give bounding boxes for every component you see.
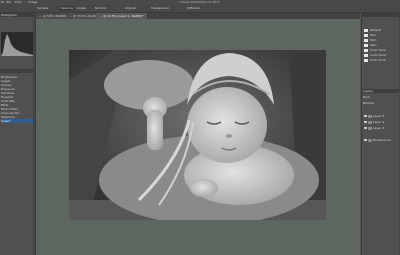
preset-swatch[interactable]	[364, 34, 368, 37]
layer-thumb-icon	[368, 126, 372, 130]
eye-icon[interactable]	[364, 115, 367, 117]
preset-swatch[interactable]	[364, 59, 368, 62]
layer-thumb-icon	[368, 120, 372, 124]
histogram-panel-header: Histogram	[0, 13, 35, 17]
preset-label: Skin	[370, 33, 377, 37]
option-transparent[interactable]: Transparent	[150, 6, 170, 11]
layer-row[interactable]: Background	[364, 138, 399, 143]
preset-label: Color Tone	[370, 53, 386, 57]
preset-label: Default	[370, 28, 381, 32]
layer-row[interactable]: Layer 3	[364, 126, 399, 131]
options-bar: Sample Spacing Angle Normal Aligned Tran…	[0, 5, 400, 13]
layer-thumb-icon	[368, 114, 372, 118]
preset-swatch[interactable]	[364, 49, 368, 52]
layer-row[interactable]: Layer 5	[364, 114, 399, 119]
layer-name: Background	[373, 138, 391, 142]
eye-icon[interactable]	[364, 121, 367, 123]
eye-icon[interactable]	[364, 139, 367, 141]
layers-panel-header: Layers	[362, 89, 400, 93]
layer-thumb-icon	[368, 138, 372, 142]
left-panel: Histogram Brightness Levels Curves Expos…	[0, 13, 36, 255]
adjustment-item-selected[interactable]: Invert	[1, 119, 33, 123]
layer-name: Layer 4	[373, 120, 385, 124]
preset-swatch[interactable]	[364, 29, 368, 32]
preset-label: Color Tone	[370, 48, 386, 52]
option-angle[interactable]: Angle	[76, 6, 87, 11]
layer-name: Layer 5	[373, 114, 385, 118]
preset-swatch[interactable]	[364, 54, 368, 57]
baby-photo	[69, 50, 326, 220]
blend-mode-select[interactable]: Normal	[363, 101, 374, 105]
preset-swatch[interactable]	[364, 39, 368, 42]
left-panel-scrollbar[interactable]	[33, 13, 35, 255]
option-aligned[interactable]: Aligned	[124, 6, 137, 11]
option-normal[interactable]: Normal	[94, 6, 107, 11]
option-diffusion[interactable]: Diffusion	[186, 6, 201, 11]
option-sample[interactable]: Sample	[36, 6, 49, 11]
layers-title: Layers	[363, 89, 373, 93]
adjustments-list: Brightness Levels Curves Exposure Vibran…	[1, 75, 33, 123]
adjustments-panel-header	[0, 69, 35, 73]
layer-row[interactable]: Layer 4	[364, 120, 399, 125]
layer-filter-kind[interactable]: Kind	[363, 95, 370, 99]
swatches-panel-header	[362, 13, 400, 17]
layer-name: Layer 3	[373, 126, 385, 130]
preset-label: Skin	[370, 38, 377, 42]
preset-label: Color Tone	[370, 58, 386, 62]
right-panel: Default Skin Skin Skin Color Tone Color …	[361, 13, 400, 255]
option-spacing[interactable]: Spacing	[60, 6, 74, 11]
histogram-graph	[1, 34, 33, 56]
histogram-chart	[1, 32, 33, 56]
histogram-title: Histogram	[1, 13, 17, 17]
preset-swatch[interactable]	[364, 44, 368, 47]
preset-label: Skin	[370, 43, 377, 47]
eye-icon[interactable]	[364, 127, 367, 129]
photo-canvas[interactable]	[69, 50, 326, 220]
